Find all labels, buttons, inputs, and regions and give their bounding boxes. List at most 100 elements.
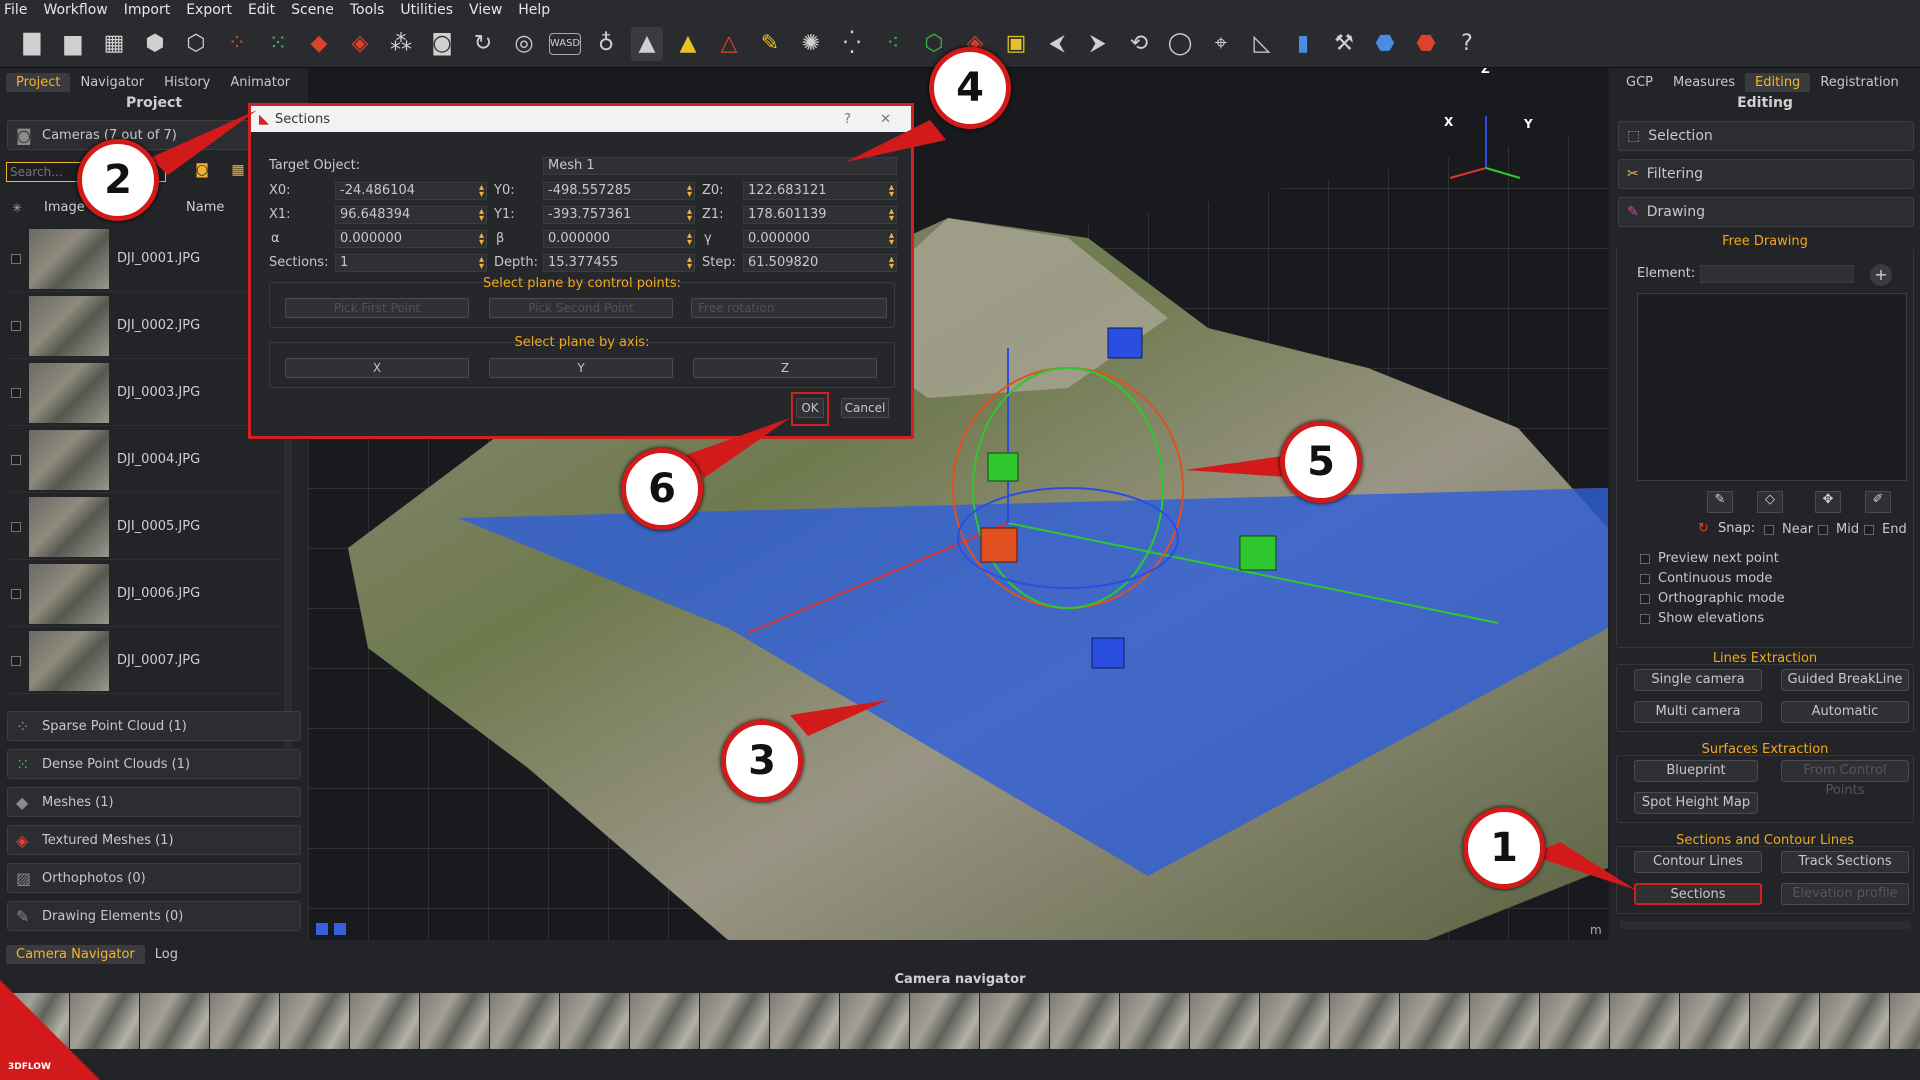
spin-icon[interactable]: ▴ ▾ xyxy=(479,207,484,224)
tab-navigator[interactable]: Navigator xyxy=(70,73,154,92)
sections-count-field[interactable]: 1 ▴ ▾ xyxy=(335,254,487,272)
eraser-icon[interactable]: ◇ xyxy=(1757,491,1783,513)
cameras-icon[interactable]: ✺ xyxy=(795,27,827,61)
menu-help[interactable]: Help xyxy=(518,2,550,18)
texture-shading-icon[interactable]: ▲ xyxy=(672,27,704,61)
camera-frame-thumbnail[interactable] xyxy=(420,993,490,1049)
camera-frame-thumbnail[interactable] xyxy=(980,993,1050,1049)
y1-field[interactable]: -393.757361 ▴ ▾ xyxy=(543,206,695,224)
filtering-tool-button[interactable]: ✂ Filtering xyxy=(1618,159,1914,189)
camera-frame-thumbnail[interactable] xyxy=(1400,993,1470,1049)
brush-icon[interactable]: ✎ xyxy=(754,27,786,61)
camera-checkbox[interactable] xyxy=(11,320,21,331)
camera-frame-thumbnail[interactable] xyxy=(1330,993,1400,1049)
help-icon[interactable]: ? xyxy=(1451,27,1483,61)
chart-icon[interactable]: ▮ xyxy=(1287,27,1319,61)
axis-x-button[interactable]: X xyxy=(285,358,469,378)
depth-field[interactable]: 15.377455 ▴ ▾ xyxy=(543,254,695,272)
mesh-shading-icon[interactable]: ▲ xyxy=(631,26,663,61)
pick-first-point-button[interactable]: Pick First Point xyxy=(285,298,469,318)
align-icon[interactable]: ⌖ xyxy=(1205,27,1237,61)
step-field[interactable]: 61.509820 ▴ ▾ xyxy=(743,254,897,272)
camera-frame-thumbnail[interactable] xyxy=(1610,993,1680,1049)
camera-frame-thumbnail[interactable] xyxy=(1820,993,1890,1049)
camera-frame-thumbnail[interactable] xyxy=(1890,993,1920,1049)
spin-icon[interactable]: ▴ ▾ xyxy=(479,183,484,200)
camera-checkbox[interactable] xyxy=(11,655,21,666)
tab-editing[interactable]: Editing xyxy=(1745,73,1811,92)
lasso-icon[interactable]: ◯ xyxy=(1164,27,1196,61)
x0-field[interactable]: -24.486104 ▴ ▾ xyxy=(335,182,487,200)
tab-animator[interactable]: Animator xyxy=(220,73,300,92)
menu-workflow[interactable]: Workflow xyxy=(43,2,107,18)
orthographic-mode-option[interactable]: Orthographic mode xyxy=(1640,591,1785,606)
gizmo-handle-bottom[interactable] xyxy=(1091,637,1125,669)
camera-frame-thumbnail[interactable] xyxy=(1680,993,1750,1049)
new-project-icon[interactable]: ▇ xyxy=(16,27,48,61)
right-panel-scrollbar[interactable] xyxy=(1620,921,1910,929)
x1-field[interactable]: 96.648394 ▴ ▾ xyxy=(335,206,487,224)
camera-row[interactable]: DJI_0007.JPG xyxy=(7,628,283,694)
from-control-points-button[interactable]: From Control Points xyxy=(1781,760,1909,798)
snap-end-checkbox[interactable] xyxy=(1864,524,1874,535)
add-element-icon[interactable]: + xyxy=(1870,264,1892,286)
menu-edit[interactable]: Edit xyxy=(248,2,275,18)
snap-mid-option[interactable]: Mid xyxy=(1818,522,1859,537)
checkbox[interactable] xyxy=(1640,593,1650,604)
calendar-icon[interactable]: ▦ xyxy=(228,162,248,182)
automatic-button[interactable]: Automatic xyxy=(1781,701,1909,723)
pick-second-point-button[interactable]: Pick Second Point xyxy=(489,298,673,318)
zephyr-icon[interactable]: ⬣ xyxy=(1410,27,1442,61)
camera-frame-thumbnail[interactable] xyxy=(280,993,350,1049)
preview-next-point-option[interactable]: Preview next point xyxy=(1640,551,1779,566)
camera-thumbnail-strip[interactable] xyxy=(0,993,1920,1049)
wasd-icon[interactable]: WASD xyxy=(549,32,581,55)
camera-frame-thumbnail[interactable] xyxy=(210,993,280,1049)
camera-icon[interactable]: ◙ xyxy=(426,27,458,61)
element-select[interactable] xyxy=(1700,265,1854,283)
gizmo-handle-left-green[interactable] xyxy=(987,452,1019,482)
camera-frame-thumbnail[interactable] xyxy=(910,993,980,1049)
bounding-box-icon[interactable]: ▣ xyxy=(1000,27,1032,61)
transform-icon[interactable]: ⟲ xyxy=(1123,27,1155,61)
y0-field[interactable]: -498.557285 ▴ ▾ xyxy=(543,182,695,200)
cube-icon[interactable]: ⬢ xyxy=(139,27,171,61)
camera-frame-thumbnail[interactable] xyxy=(140,993,210,1049)
logo-3df-icon[interactable]: ⬣ xyxy=(1369,27,1401,61)
track-sections-button[interactable]: Track Sections xyxy=(1781,851,1909,873)
camera-frame-thumbnail[interactable] xyxy=(1540,993,1610,1049)
menu-view[interactable]: View xyxy=(469,2,502,18)
spin-icon[interactable]: ▴ ▾ xyxy=(479,255,484,272)
dense-cloud-icon[interactable]: ⁙ xyxy=(262,27,294,61)
drawing-elements-group[interactable]: ✎ Drawing Elements (0) xyxy=(7,901,301,931)
camera-row[interactable]: DJI_0004.JPG xyxy=(7,427,283,493)
spin-icon[interactable]: ▴ ▾ xyxy=(889,183,894,200)
spin-icon[interactable]: ▴ ▾ xyxy=(889,231,894,248)
single-camera-button[interactable]: Single camera xyxy=(1634,669,1762,691)
contour-lines-button[interactable]: Contour Lines xyxy=(1634,851,1762,873)
camera-frame-thumbnail[interactable] xyxy=(700,993,770,1049)
ok-button[interactable]: OK xyxy=(796,398,824,418)
orbit-icon[interactable]: ◎ xyxy=(508,27,540,61)
alpha-field[interactable]: 0.000000 ▴ ▾ xyxy=(335,230,487,248)
cube-solid-icon[interactable]: ⬡ xyxy=(180,27,212,61)
axis-z-button[interactable]: Z xyxy=(693,358,877,378)
menu-scene[interactable]: Scene xyxy=(291,2,334,18)
elevation-profile-button[interactable]: Elevation profile xyxy=(1781,883,1909,905)
blueprint-button[interactable]: Blueprint xyxy=(1634,760,1758,782)
gizmo-handle-right-green[interactable] xyxy=(1239,535,1277,571)
tab-project[interactable]: Project xyxy=(6,73,71,92)
sparse-cloud-icon[interactable]: ⁘ xyxy=(221,27,253,61)
camera-row[interactable]: DJI_0005.JPG xyxy=(7,494,283,560)
move-icon[interactable]: ✥ xyxy=(1815,491,1841,513)
redo-icon[interactable]: ⮞ xyxy=(1082,27,1114,61)
save-project-icon[interactable]: ▆ xyxy=(57,27,89,61)
orthophotos-group[interactable]: ▨ Orthophotos (0) xyxy=(7,863,301,893)
guided-breakline-button[interactable]: Guided BreakLine xyxy=(1781,669,1909,691)
drawing-tool-button[interactable]: ✎ Drawing xyxy=(1618,197,1914,227)
camera-checkbox[interactable] xyxy=(11,588,21,599)
checkbox[interactable] xyxy=(1640,573,1650,584)
tab-gcp[interactable]: GCP xyxy=(1616,73,1663,92)
gamma-field[interactable]: 0.000000 ▴ ▾ xyxy=(743,230,897,248)
multi-camera-button[interactable]: Multi camera xyxy=(1634,701,1762,723)
